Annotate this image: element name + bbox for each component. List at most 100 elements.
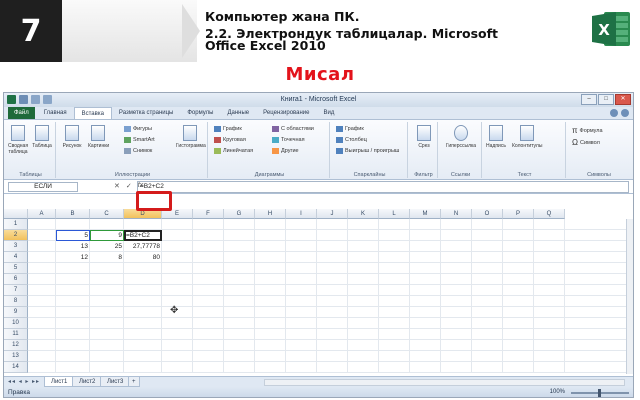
column-header-f[interactable]: F: [193, 209, 224, 219]
group-label-filter: Фильтр: [414, 172, 433, 178]
row-header-8[interactable]: 8: [4, 296, 28, 307]
close-button[interactable]: ✕: [615, 94, 631, 105]
column-header-n[interactable]: N: [441, 209, 472, 219]
line-chart-button[interactable]: График: [214, 126, 242, 132]
other-charts-label: Другие: [281, 148, 299, 154]
row-header-9[interactable]: 9: [4, 307, 28, 318]
column-header-p[interactable]: P: [503, 209, 534, 219]
cell-d4[interactable]: 80: [124, 252, 162, 263]
column-header-b[interactable]: B: [56, 209, 90, 219]
symbol-button[interactable]: Ω Символ: [572, 138, 600, 147]
cell-b2[interactable]: 5: [56, 230, 90, 241]
row-header-2[interactable]: 2: [4, 230, 28, 241]
scatter-chart-button[interactable]: Точечная: [272, 137, 305, 143]
sparkline-column-button[interactable]: Столбец: [336, 137, 367, 143]
gridline-horizontal: [28, 328, 633, 329]
row-header-10[interactable]: 10: [4, 318, 28, 329]
cell-c3[interactable]: 25: [90, 241, 124, 252]
other-charts-button[interactable]: Другие: [272, 148, 299, 154]
minimize-button[interactable]: –: [581, 94, 597, 105]
omega-icon: Ω: [572, 138, 578, 147]
tab-data[interactable]: Данные: [220, 107, 256, 119]
horizontal-scrollbar[interactable]: [264, 379, 625, 386]
pie-chart-label: Круговая: [223, 137, 246, 143]
cell-c2[interactable]: 9: [90, 230, 124, 241]
zoom-knob[interactable]: [598, 389, 601, 397]
zoom-level[interactable]: 100%: [550, 389, 565, 395]
pie-chart-button[interactable]: Круговая: [214, 137, 246, 143]
histogram-button[interactable]: Гистограмма: [176, 125, 206, 149]
slicer-button[interactable]: Срез: [414, 125, 434, 149]
hyperlink-button[interactable]: Гиперссылка: [446, 125, 476, 149]
column-header-g[interactable]: G: [224, 209, 255, 219]
tab-formulas[interactable]: Формулы: [180, 107, 220, 119]
enter-icon[interactable]: ✓: [126, 182, 132, 190]
sparkline-line-button[interactable]: График: [336, 126, 364, 132]
tab-page-layout[interactable]: Разметка страницы: [112, 107, 180, 119]
tab-file[interactable]: Файл: [8, 107, 35, 119]
screenshot-label: Снимок: [133, 148, 153, 154]
sheet-nav-arrows[interactable]: ◂◂ ◂ ▸ ▸▸: [8, 378, 40, 385]
tab-insert[interactable]: Вставка: [73, 107, 112, 119]
row-header-13[interactable]: 13: [4, 351, 28, 362]
row-header-1[interactable]: 1: [4, 219, 28, 230]
maximize-button[interactable]: □: [598, 94, 614, 105]
smartart-button[interactable]: SmartArt: [124, 137, 155, 143]
column-header-m[interactable]: M: [410, 209, 441, 219]
cell-b3[interactable]: 13: [56, 241, 90, 252]
row-header-6[interactable]: 6: [4, 274, 28, 285]
formula-input[interactable]: =B2+C2: [137, 181, 629, 193]
area-chart-button[interactable]: С областями: [272, 126, 314, 132]
column-header-j[interactable]: J: [317, 209, 348, 219]
pivot-table-button[interactable]: Сводная таблица: [8, 125, 28, 155]
gridline-horizontal: [28, 273, 633, 274]
zoom-slider[interactable]: [571, 389, 629, 397]
row-header-4[interactable]: 4: [4, 252, 28, 263]
sparkline-line-label: График: [345, 126, 364, 132]
tab-review[interactable]: Рецензирование: [256, 107, 316, 119]
row-header-7[interactable]: 7: [4, 285, 28, 296]
new-sheet-icon[interactable]: +: [128, 377, 140, 387]
vertical-scrollbar[interactable]: [626, 219, 633, 374]
sparkline-line-icon: [336, 126, 343, 132]
shapes-button[interactable]: Фигуры: [124, 126, 152, 132]
header-footer-button[interactable]: Колонтитулы: [512, 125, 542, 149]
name-box[interactable]: ЕСЛИ: [8, 182, 78, 192]
row-header-14[interactable]: 14: [4, 362, 28, 373]
sparkline-winloss-button[interactable]: Выигрыш / проигрыш: [336, 148, 399, 154]
row-header-12[interactable]: 12: [4, 340, 28, 351]
bar-chart-button[interactable]: Линейчатая: [214, 148, 253, 154]
row-header-3[interactable]: 3: [4, 241, 28, 252]
sheet-tab-2[interactable]: Лист2: [72, 377, 103, 387]
row-header-11[interactable]: 11: [4, 329, 28, 340]
column-header-c[interactable]: C: [90, 209, 124, 219]
column-header-o[interactable]: O: [472, 209, 503, 219]
column-header-a[interactable]: A: [28, 209, 56, 219]
column-header-q[interactable]: Q: [534, 209, 565, 219]
cell-b4[interactable]: 12: [56, 252, 90, 263]
group-label-sparklines: Спарклайны: [353, 172, 386, 178]
formula-button[interactable]: π Формула: [572, 126, 603, 135]
textbox-button[interactable]: Надпись: [486, 125, 506, 149]
table-button[interactable]: Таблица: [32, 125, 52, 149]
column-header-h[interactable]: H: [255, 209, 286, 219]
select-all-corner[interactable]: [4, 209, 28, 219]
minimize-ribbon-icon[interactable]: [610, 109, 618, 117]
picture-button[interactable]: Рисунок: [62, 125, 82, 149]
cancel-icon[interactable]: ✕: [114, 182, 120, 190]
cell-c4[interactable]: 8: [90, 252, 124, 263]
screenshot-button[interactable]: Снимок: [124, 148, 152, 154]
column-header-k[interactable]: K: [348, 209, 379, 219]
pivot-table-icon: [11, 125, 25, 141]
column-header-i[interactable]: I: [286, 209, 317, 219]
help-icon[interactable]: [621, 109, 629, 117]
clipart-button[interactable]: Картинки: [88, 125, 109, 149]
row-header-5[interactable]: 5: [4, 263, 28, 274]
sheet-tab-3[interactable]: Лист3: [100, 377, 131, 387]
tab-home[interactable]: Главная: [37, 107, 74, 119]
cell-d3[interactable]: 27,77778: [124, 241, 162, 252]
tab-view[interactable]: Вид: [317, 107, 342, 119]
column-header-l[interactable]: L: [379, 209, 410, 219]
sheet-tab-1[interactable]: Лист1: [44, 377, 75, 387]
cell-d2[interactable]: =B2+C2: [124, 230, 162, 241]
